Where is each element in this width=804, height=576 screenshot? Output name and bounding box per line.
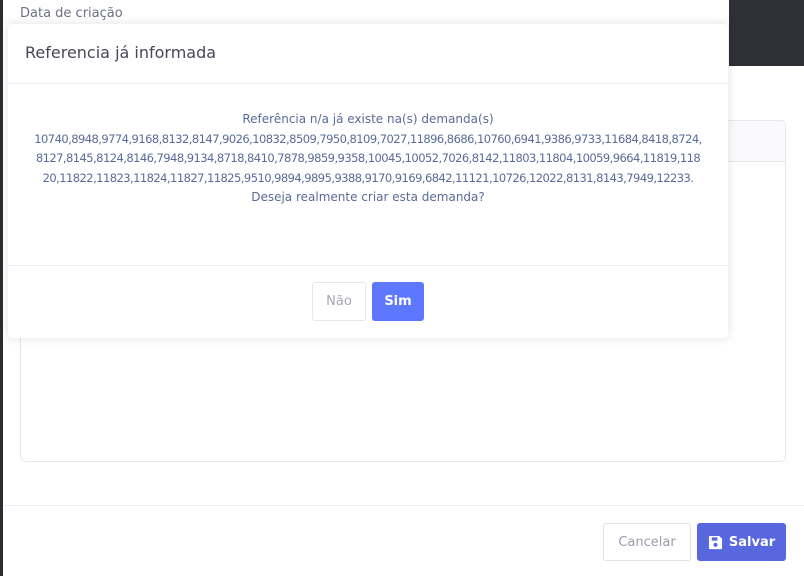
dialog-message-intro: Referência n/a já existe na(s) demanda(s… bbox=[242, 112, 494, 126]
dialog-body: Referência n/a já existe na(s) demanda(s… bbox=[8, 84, 728, 266]
dialog-footer: Não Sim bbox=[8, 266, 728, 338]
dialog-header: Referencia já informada bbox=[8, 24, 728, 84]
background-modal-footer: Cancelar Salvar bbox=[3, 505, 804, 576]
save-button-label: Salvar bbox=[728, 534, 776, 550]
dialog-message-question: Deseja realmente criar esta demanda? bbox=[251, 190, 485, 204]
dialog-title: Referencia já informada bbox=[25, 43, 217, 62]
page: Data de criação Cancelar Salvar Referenc… bbox=[0, 0, 804, 576]
created-date-label: Data de criação bbox=[20, 6, 123, 21]
save-icon bbox=[708, 535, 722, 549]
confirm-dialog: Referencia já informada Referência n/a j… bbox=[8, 24, 728, 338]
yes-button[interactable]: Sim bbox=[372, 282, 424, 321]
cancel-button[interactable]: Cancelar bbox=[603, 523, 691, 561]
no-button[interactable]: Não bbox=[312, 282, 366, 321]
dialog-message-refs: 10740,8948,9774,9168,8132,8147,9026,1083… bbox=[34, 131, 702, 185]
save-button[interactable]: Salvar bbox=[697, 523, 786, 561]
backdrop-top-right bbox=[729, 0, 804, 66]
